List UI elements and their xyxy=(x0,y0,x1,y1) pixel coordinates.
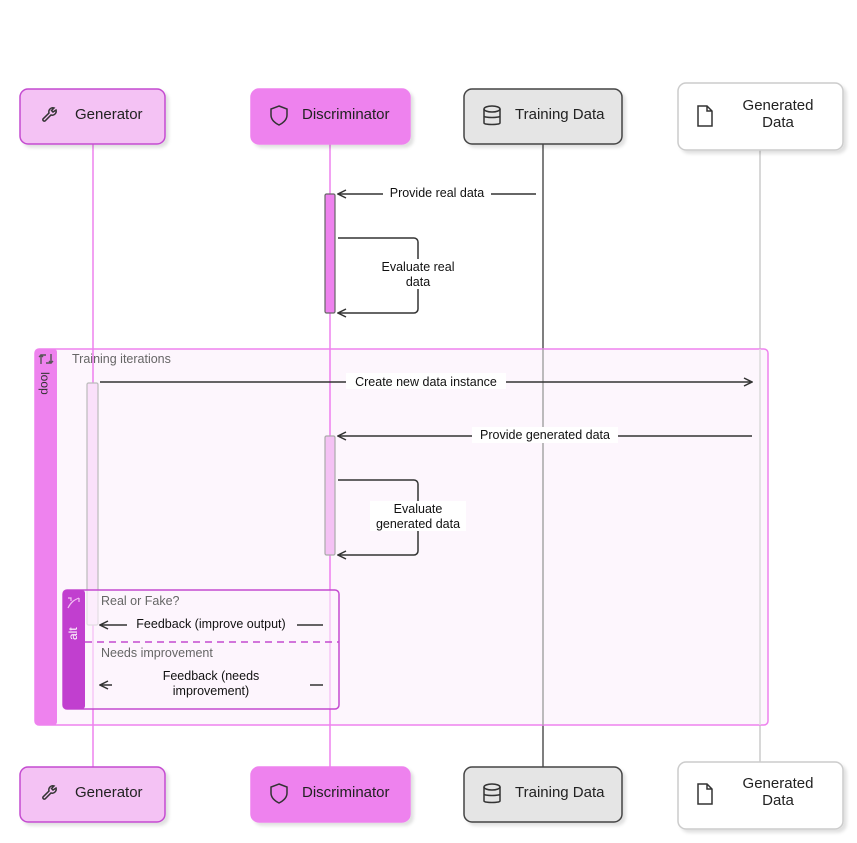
participant-discriminator[interactable]: Discriminator xyxy=(250,88,411,145)
participant-label: Training Data xyxy=(515,106,605,123)
message-label: Create new data instance xyxy=(355,375,497,389)
alt-keyword: alt xyxy=(66,627,80,640)
participant-generator-bottom[interactable]: Generator xyxy=(19,766,166,823)
alt-condition: Needs improvement xyxy=(101,646,213,660)
participant-label: Generated xyxy=(743,775,814,792)
message-label: Provide generated data xyxy=(480,428,610,442)
message-label: Evaluate xyxy=(394,502,443,516)
participant-generated-data-bottom[interactable]: Generated Data xyxy=(677,761,844,830)
sequence-diagram: Generator Discriminator Training Data Ge… xyxy=(0,0,857,843)
participant-label: Data xyxy=(762,792,794,809)
loop-keyword: loop xyxy=(38,372,52,395)
message-label: Feedback (improve output) xyxy=(136,617,285,631)
message-label: Feedback (needs xyxy=(163,669,260,683)
message-label: generated data xyxy=(376,517,460,531)
activation-bar xyxy=(324,435,336,556)
participant-training-data-bottom[interactable]: Training Data xyxy=(463,766,623,823)
message-label: improvement) xyxy=(173,684,249,698)
activation-bar xyxy=(324,193,336,314)
participant-discriminator-bottom[interactable]: Discriminator xyxy=(250,766,411,823)
activation-bar xyxy=(86,382,99,626)
message-label: data xyxy=(406,275,430,289)
participant-label: Data xyxy=(762,114,794,131)
participant-label: Training Data xyxy=(515,784,605,801)
message-label: Provide real data xyxy=(390,186,485,200)
participant-label: Generator xyxy=(75,106,143,123)
message-label: Evaluate real xyxy=(382,260,455,274)
participant-label: Discriminator xyxy=(302,784,390,801)
participant-training-data[interactable]: Training Data xyxy=(463,88,623,145)
participant-label: Generator xyxy=(75,784,143,801)
participant-label: Generated xyxy=(743,97,814,114)
participant-generator[interactable]: Generator xyxy=(19,88,166,145)
participant-label: Discriminator xyxy=(302,106,390,123)
loop-label: Training iterations xyxy=(72,352,171,366)
alt-condition: Real or Fake? xyxy=(101,594,180,608)
participant-generated-data[interactable]: Generated Data xyxy=(677,82,844,151)
